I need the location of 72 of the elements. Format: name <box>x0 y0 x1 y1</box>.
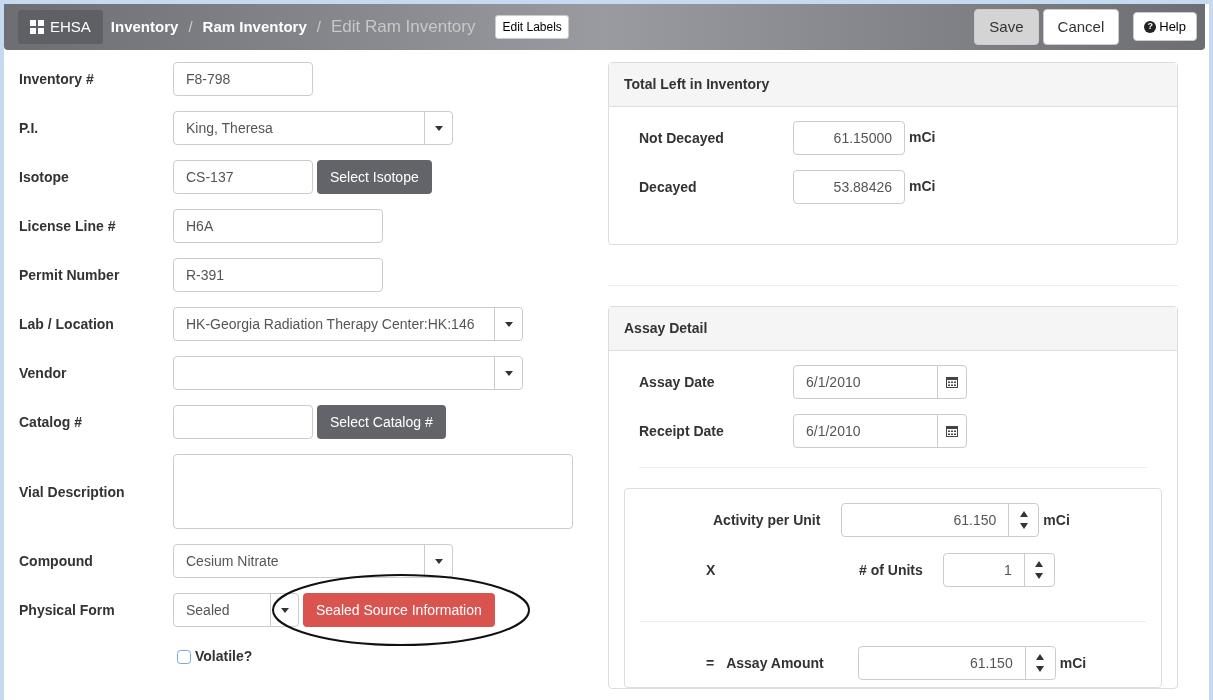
dropdown[interactable] <box>173 356 523 390</box>
field-label: Decayed <box>639 178 698 197</box>
unit-label: mCi <box>1059 653 1087 673</box>
field-label: Permit Number <box>19 266 121 285</box>
spinner-arrows-icon <box>1035 560 1044 580</box>
help-button[interactable]: ? Help <box>1133 11 1197 42</box>
field-label: Receipt Date <box>639 422 725 441</box>
caret-icon <box>434 125 443 131</box>
operator-sign: X <box>706 560 717 580</box>
calendar-icon <box>946 376 958 388</box>
text-area[interactable] <box>173 454 573 529</box>
spinner-arrows-icon <box>1036 653 1045 673</box>
field-label: # of Units <box>859 560 923 580</box>
breadcrumb-link[interactable]: Ram Inventory <box>202 15 307 39</box>
dropdown[interactable]: Sealed <box>173 593 299 627</box>
breadcrumb-separator: / <box>188 16 193 37</box>
breadcrumb-separator: / <box>316 16 321 37</box>
caret-icon <box>280 607 289 613</box>
input-field[interactable]: H6A <box>173 209 383 243</box>
select-button[interactable]: Select Isotope <box>317 160 432 194</box>
input-field[interactable]: 53.88426 <box>793 170 905 204</box>
field-label: Vial Description <box>19 483 126 502</box>
cancel-button[interactable]: Cancel <box>1042 8 1120 46</box>
field-label: Not Decayed <box>639 129 725 148</box>
help-icon: ? <box>1144 20 1157 33</box>
date-field[interactable]: 6/1/2010 <box>793 414 967 448</box>
page-title: Edit Ram Inventory <box>330 16 476 39</box>
calendar-icon <box>946 425 958 437</box>
field-label: Vendor <box>19 364 68 383</box>
field-label: P.I. <box>19 119 40 138</box>
home-link[interactable]: EHSA <box>18 9 103 45</box>
field-label: Compound <box>19 552 94 571</box>
unit-label: mCi <box>909 128 936 147</box>
unit-label: mCi <box>1043 510 1070 530</box>
field-label: Physical Form <box>19 601 116 620</box>
field-label: Activity per Unit <box>713 510 821 530</box>
date-field[interactable]: 6/1/2010 <box>793 365 967 399</box>
sealed-source-button[interactable]: Sealed Source Information <box>303 593 495 627</box>
caret-icon <box>504 321 513 327</box>
field-label: License Line # <box>19 217 117 236</box>
checkbox[interactable] <box>177 649 191 664</box>
operator-sign: = <box>706 653 715 673</box>
field-label: Catalog # <box>19 413 83 432</box>
edit-labels-button[interactable]: Edit Labels <box>495 15 569 39</box>
unit-label: mCi <box>909 177 936 196</box>
field-label: Lab / Location <box>19 315 115 334</box>
number-field[interactable]: 61.150 <box>857 646 1056 680</box>
input-field[interactable] <box>173 405 313 439</box>
caret-icon <box>504 370 513 376</box>
input-field[interactable]: 61.15000 <box>793 121 905 155</box>
panel-title: Total Left in Inventory <box>609 63 1177 107</box>
dropdown[interactable]: HK-Georgia Radiation Therapy Center:HK:146 <box>173 307 523 341</box>
caret-icon <box>434 558 443 564</box>
dropdown[interactable]: Cesium Nitrate <box>173 544 453 578</box>
dropdown[interactable]: King, Theresa <box>173 111 453 145</box>
breadcrumb-link[interactable]: Inventory <box>110 15 179 39</box>
save-button[interactable]: Save <box>974 8 1039 46</box>
input-field[interactable]: R-391 <box>173 258 383 292</box>
number-field[interactable]: 1 <box>942 553 1055 587</box>
brand-name: EHSA <box>50 16 91 37</box>
input-field[interactable]: F8-798 <box>173 62 313 96</box>
field-label: Isotope <box>19 168 70 187</box>
field-label: Assay Date <box>639 373 716 392</box>
field-label: Assay Amount <box>726 653 824 673</box>
select-button[interactable]: Select Catalog # <box>317 405 446 439</box>
grid-icon <box>30 20 44 34</box>
spinner-arrows-icon <box>1019 510 1028 530</box>
input-field[interactable]: CS-137 <box>173 160 313 194</box>
checkbox-label: Volatile? <box>195 647 253 666</box>
panel-title: Assay Detail <box>609 307 1177 351</box>
number-field[interactable]: 61.150 <box>841 503 1040 537</box>
field-label: Inventory # <box>19 70 95 89</box>
